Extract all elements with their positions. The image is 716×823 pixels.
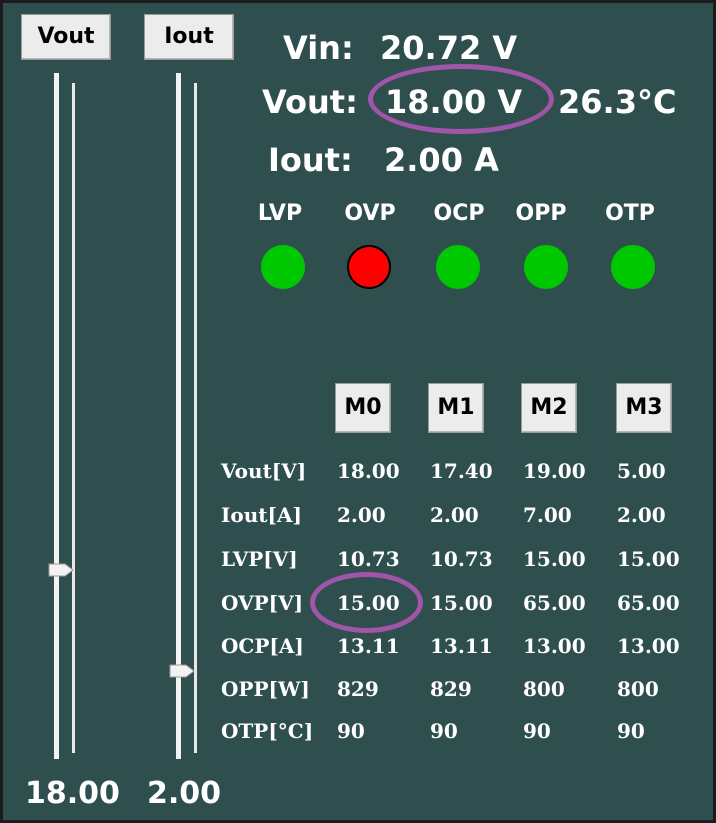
- memory-cell-m1: 17.40: [430, 459, 493, 483]
- memory-cell-m0: 13.11: [337, 634, 400, 658]
- memory-cell-m2: 19.00: [523, 459, 586, 483]
- memory-cell-m0: 90: [337, 719, 365, 743]
- indicator-led-opp: [524, 245, 568, 289]
- vin-label: Vin:: [283, 29, 354, 67]
- memory-cell-m3: 15.00: [617, 547, 680, 571]
- indicator-led-ovp: [347, 245, 391, 289]
- vout-button[interactable]: Vout: [21, 14, 111, 60]
- iout-slider-value: 2.00: [147, 776, 222, 811]
- iout-label: Iout:: [268, 141, 353, 179]
- indicator-led-ocp: [436, 245, 480, 289]
- memory-cell-m1: 2.00: [430, 503, 479, 527]
- memory-row-label: OTP[°C]: [221, 719, 314, 743]
- memory-button-m2[interactable]: M2: [521, 383, 577, 433]
- memory-cell-m1: 15.00: [430, 591, 493, 615]
- indicator-label-ovp: OVP: [344, 201, 396, 226]
- memory-row-label: OPP[W]: [221, 677, 310, 701]
- memory-button-m1[interactable]: M1: [428, 383, 484, 433]
- indicator-led-otp: [611, 245, 655, 289]
- iout-value: 2.00 A: [384, 141, 499, 179]
- memory-row-label: LVP[V]: [221, 547, 298, 571]
- memory-cell-m3: 2.00: [617, 503, 666, 527]
- indicator-label-opp: OPP: [515, 201, 567, 226]
- memory-row-label: Iout[A]: [221, 503, 302, 527]
- indicator-label-otp: OTP: [605, 201, 655, 226]
- memory-cell-m0: 18.00: [337, 459, 400, 483]
- iout-button[interactable]: Iout: [144, 14, 234, 60]
- memory-cell-m3: 65.00: [617, 591, 680, 615]
- vout-slider-value: 18.00: [25, 776, 120, 811]
- indicator-led-lvp: [261, 245, 305, 289]
- iout-slider-thumb[interactable]: [169, 664, 195, 678]
- memory-cell-m1: 90: [430, 719, 458, 743]
- memory-cell-m3: 13.00: [617, 634, 680, 658]
- vout-slider-track[interactable]: [54, 73, 59, 759]
- memory-cell-m0: 829: [337, 677, 379, 701]
- memory-cell-m2: 65.00: [523, 591, 586, 615]
- indicator-label-lvp: LVP: [257, 201, 303, 226]
- vout-slider-groove: [72, 83, 75, 753]
- vout-label: Vout:: [262, 83, 358, 121]
- memory-cell-m1: 829: [430, 677, 472, 701]
- iout-slider-groove: [194, 83, 197, 753]
- vout-slider-thumb[interactable]: [48, 563, 74, 577]
- memory-cell-m2: 13.00: [523, 634, 586, 658]
- memory-row-label: OVP[V]: [221, 591, 304, 615]
- memory-cell-m0: 2.00: [337, 503, 386, 527]
- memory-cell-m0: 10.73: [337, 547, 400, 571]
- memory-cell-m1: 13.11: [430, 634, 493, 658]
- power-supply-panel: Vout Iout 18.00 2.00 Vin: 20.72 V Vout: …: [0, 0, 716, 823]
- memory-cell-m2: 800: [523, 677, 565, 701]
- memory-cell-m3: 5.00: [617, 459, 666, 483]
- memory-cell-m1: 10.73: [430, 547, 493, 571]
- ovp-highlight-ellipse: [310, 572, 423, 633]
- vout-highlight-ellipse: [368, 64, 554, 134]
- memory-cell-m2: 90: [523, 719, 551, 743]
- memory-button-m0[interactable]: M0: [335, 383, 391, 433]
- memory-row-label: Vout[V]: [221, 459, 307, 483]
- temperature-value: 26.3°C: [558, 83, 677, 121]
- memory-button-m3[interactable]: M3: [616, 383, 672, 433]
- vin-value: 20.72 V: [380, 29, 518, 67]
- memory-cell-m3: 90: [617, 719, 645, 743]
- iout-slider-track[interactable]: [176, 73, 181, 759]
- memory-cell-m2: 15.00: [523, 547, 586, 571]
- memory-cell-m3: 800: [617, 677, 659, 701]
- indicator-label-ocp: OCP: [433, 201, 485, 226]
- memory-row-label: OCP[A]: [221, 634, 304, 658]
- memory-cell-m2: 7.00: [523, 503, 572, 527]
